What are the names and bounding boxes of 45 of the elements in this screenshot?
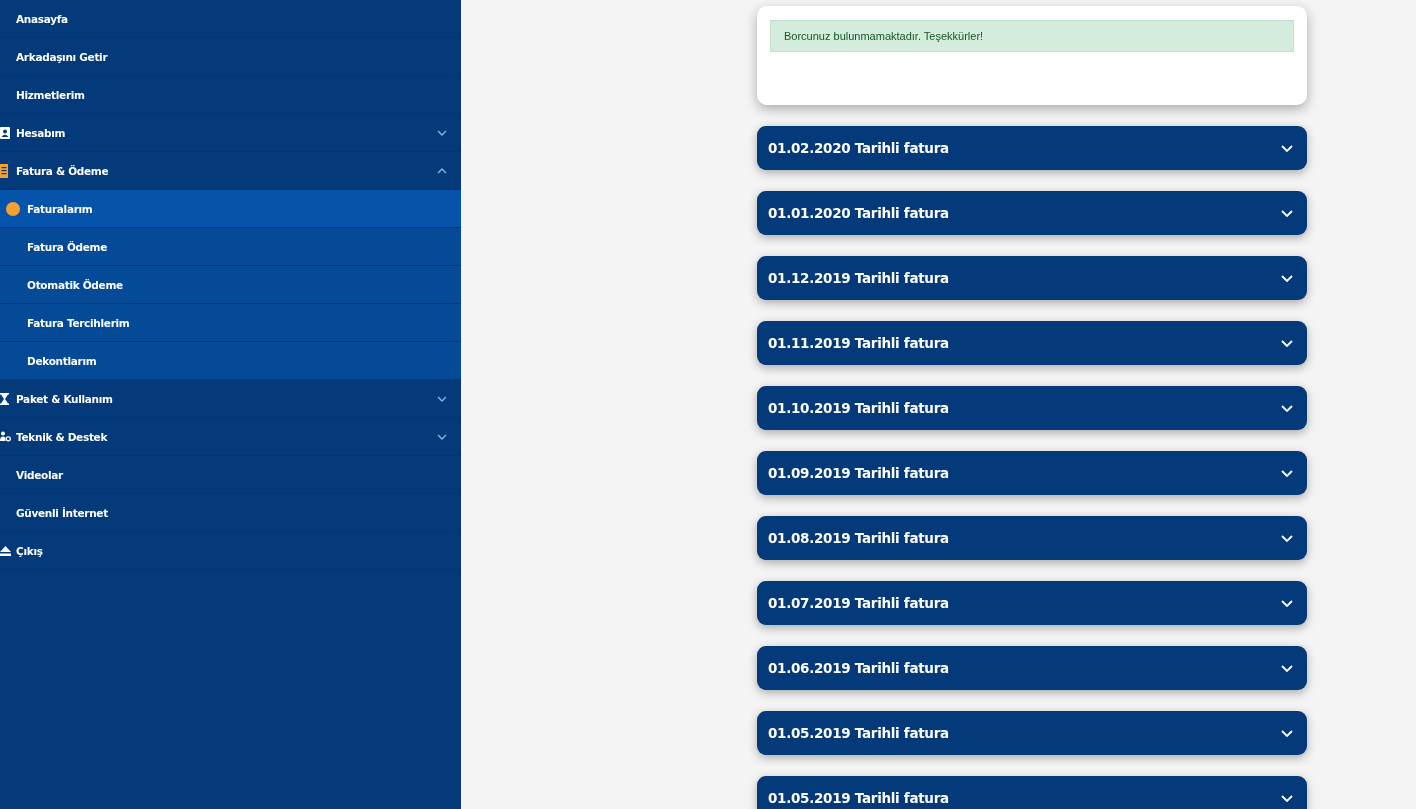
chevron-down-icon bbox=[1281, 209, 1293, 217]
chevron-down-icon bbox=[1281, 404, 1293, 412]
invoice-accordion-header[interactable]: 01.05.2019 Tarihli fatura bbox=[757, 711, 1307, 755]
invoice-accordion-header[interactable]: 01.06.2019 Tarihli fatura bbox=[757, 646, 1307, 690]
bullet-icon bbox=[6, 201, 20, 216]
sidebar-item[interactable]: Anasayfa bbox=[0, 0, 461, 38]
invoice-accordion-header[interactable]: 01.05.2019 Tarihli fatura bbox=[757, 776, 1307, 809]
invoice-accordion-header[interactable]: 01.02.2020 Tarihli fatura bbox=[757, 126, 1307, 170]
sidebar-item[interactable]: Teknik & Destek bbox=[0, 418, 461, 456]
chevron-down-icon bbox=[437, 129, 447, 136]
sidebar-item[interactable]: Hizmetlerim bbox=[0, 76, 461, 114]
chevron-down-icon bbox=[1281, 729, 1293, 737]
chevron-down-icon bbox=[1281, 274, 1293, 282]
invoice-accordion-header[interactable]: 01.08.2019 Tarihli fatura bbox=[757, 516, 1307, 560]
sidebar-item[interactable]: Güvenli İnternet bbox=[0, 494, 461, 532]
sidebar-item[interactable]: Çıkış bbox=[0, 532, 461, 570]
submenu-item[interactable]: Otomatik Ödeme bbox=[0, 266, 461, 304]
chevron-down-icon bbox=[1281, 144, 1293, 152]
invoice-accordion-header[interactable]: 01.07.2019 Tarihli fatura bbox=[757, 581, 1307, 625]
sidebar-item[interactable]: Hesabım bbox=[0, 114, 461, 152]
invoice-accordion-header[interactable]: 01.12.2019 Tarihli fatura bbox=[757, 256, 1307, 300]
success-alert: Borcunuz bulunmamaktadır. Teşekkürler! bbox=[770, 20, 1294, 52]
sidebar-item[interactable]: Arkadaşını Getir bbox=[0, 38, 461, 76]
chevron-down-icon bbox=[1281, 599, 1293, 607]
hourglass-icon bbox=[0, 392, 9, 405]
chevron-down-icon bbox=[1281, 794, 1293, 802]
person-gear-icon bbox=[0, 431, 11, 442]
invoice-accordion-header[interactable]: 01.11.2019 Tarihli fatura bbox=[757, 321, 1307, 365]
chevron-down-icon bbox=[1281, 534, 1293, 542]
submenu-item[interactable]: Dekontlarım bbox=[0, 342, 461, 380]
invoice-accordion-header[interactable]: 01.09.2019 Tarihli fatura bbox=[757, 451, 1307, 495]
submenu-item[interactable]: Fatura Ödeme bbox=[0, 228, 461, 266]
submenu-item[interactable]: Fatura Tercihlerim bbox=[0, 304, 461, 342]
sidebar-item[interactable]: Videolar bbox=[0, 456, 461, 494]
chevron-down-icon bbox=[1281, 664, 1293, 672]
chevron-up-icon bbox=[437, 167, 447, 174]
chevron-down-icon bbox=[1281, 469, 1293, 477]
eject-icon bbox=[0, 545, 11, 556]
chevron-down-icon bbox=[1281, 339, 1293, 347]
invoice-accordion-header[interactable]: 01.01.2020 Tarihli fatura bbox=[757, 191, 1307, 235]
sidebar-item[interactable]: Paket & Kullanım bbox=[0, 380, 461, 418]
chevron-down-icon bbox=[437, 395, 447, 402]
submenu-item[interactable]: Faturalarım bbox=[0, 190, 461, 228]
chevron-down-icon bbox=[437, 433, 447, 440]
invoice-accordion-header[interactable]: 01.10.2019 Tarihli fatura bbox=[757, 386, 1307, 430]
